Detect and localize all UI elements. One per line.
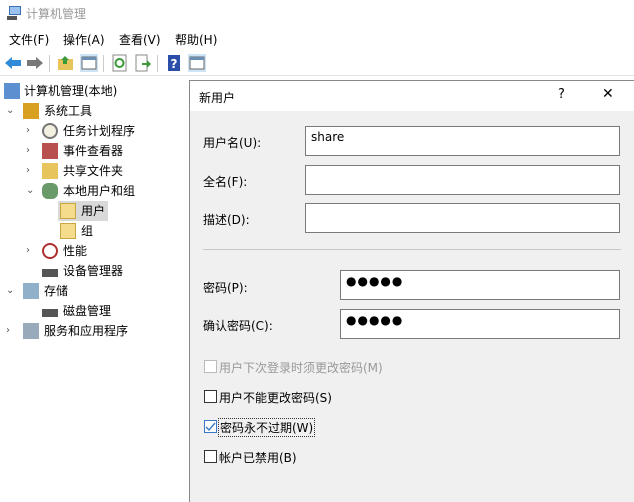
chevron-right-icon[interactable]: › xyxy=(26,241,30,261)
separator xyxy=(203,249,621,250)
dialog-title-bar: 新用户 ? ✕ xyxy=(190,81,634,111)
must-change-password-checkbox[interactable] xyxy=(204,360,217,373)
username-input[interactable]: share xyxy=(305,126,620,156)
event-viewer-icon xyxy=(42,143,58,159)
computer-management-icon xyxy=(7,6,21,20)
help-icon[interactable]: ? xyxy=(165,54,183,72)
computer-icon xyxy=(4,83,20,99)
chevron-down-icon[interactable]: ⌄ xyxy=(6,281,14,301)
chevron-right-icon[interactable]: › xyxy=(26,141,30,161)
window-title: 计算机管理 xyxy=(26,7,87,21)
fullname-label: 全名(F): xyxy=(203,175,248,189)
disk-icon xyxy=(42,309,58,317)
account-disabled-checkbox[interactable] xyxy=(204,450,217,463)
description-label: 描述(D): xyxy=(203,213,250,227)
cannot-change-password-label: 用户不能更改密码(S) xyxy=(219,391,332,405)
chevron-right-icon[interactable]: › xyxy=(6,321,10,341)
confirm-password-label: 确认密码(C): xyxy=(203,319,273,333)
folder-icon xyxy=(60,223,76,239)
tree-item-event-viewer[interactable]: › 事件查看器 xyxy=(26,141,123,161)
description-input[interactable] xyxy=(305,203,620,233)
chevron-down-icon[interactable]: ⌄ xyxy=(26,181,34,201)
up-folder-icon[interactable] xyxy=(57,54,75,72)
show-hide-action-pane-icon[interactable] xyxy=(188,54,206,72)
clock-icon xyxy=(42,123,58,139)
device-manager-icon xyxy=(42,269,58,277)
export-list-icon[interactable] xyxy=(134,54,152,72)
chevron-right-icon[interactable]: › xyxy=(26,121,30,141)
back-icon[interactable] xyxy=(4,54,22,72)
account-disabled-label: 帐户已禁用(B) xyxy=(219,451,297,465)
forward-icon[interactable] xyxy=(26,54,44,72)
tree-item-services-apps[interactable]: › 服务和应用程序 xyxy=(6,321,128,341)
checkmark-icon xyxy=(205,422,216,432)
password-label: 密码(P): xyxy=(203,281,248,295)
new-user-dialog: 新用户 ? ✕ 用户名(U): share 全名(F): 描述(D): 密码(P… xyxy=(189,80,634,502)
title-bar: 计算机管理 xyxy=(0,0,634,26)
password-never-expires-label: 密码永不过期(W) xyxy=(218,418,316,437)
cannot-change-password-checkbox[interactable] xyxy=(204,390,217,403)
tree-item-performance[interactable]: › 性能 xyxy=(26,241,87,261)
tree-item-computer-management[interactable]: 计算机管理(本地) xyxy=(4,81,117,101)
close-button[interactable]: ✕ xyxy=(602,86,614,102)
tree-item-system-tools[interactable]: ⌄ 系统工具 xyxy=(6,101,92,121)
menu-help[interactable]: 帮助(H) xyxy=(175,31,217,48)
show-hide-tree-icon[interactable] xyxy=(80,54,98,72)
shared-folder-icon xyxy=(42,163,58,179)
toolbar-separator xyxy=(103,55,104,72)
password-never-expires-checkbox[interactable] xyxy=(204,420,217,433)
username-label: 用户名(U): xyxy=(203,136,262,150)
menu-action[interactable]: 操作(A) xyxy=(63,31,105,48)
tree-item-shared-folders[interactable]: › 共享文件夹 xyxy=(26,161,123,181)
refresh-icon[interactable] xyxy=(111,54,129,72)
confirm-password-input[interactable]: ●●●●● xyxy=(340,309,620,339)
tree-item-disk-management[interactable]: 磁盘管理 xyxy=(26,301,111,321)
tree-item-task-scheduler[interactable]: › 任务计划程序 xyxy=(26,121,135,141)
tree-item-storage[interactable]: ⌄ 存储 xyxy=(6,281,68,301)
chevron-right-icon[interactable]: › xyxy=(26,161,30,181)
fullname-input[interactable] xyxy=(305,165,620,195)
folder-icon xyxy=(60,203,76,219)
menu-bar: 文件(F) 操作(A) 查看(V) 帮助(H) xyxy=(0,28,634,48)
menu-view[interactable]: 查看(V) xyxy=(119,31,161,48)
chevron-down-icon[interactable]: ⌄ xyxy=(6,101,14,121)
svg-text:?: ? xyxy=(171,57,178,71)
tree-item-groups[interactable]: 组 xyxy=(58,221,93,241)
toolbar-separator xyxy=(157,55,158,72)
password-input[interactable]: ●●●●● xyxy=(340,270,620,300)
menu-file[interactable]: 文件(F) xyxy=(9,31,49,48)
dialog-title: 新用户 xyxy=(199,91,236,105)
toolbar-separator xyxy=(49,55,50,72)
tree-item-device-manager[interactable]: 设备管理器 xyxy=(26,261,123,281)
tools-icon xyxy=(23,103,39,119)
services-icon xyxy=(23,323,39,339)
tree-item-local-users-groups[interactable]: ⌄ 本地用户和组 xyxy=(26,181,135,201)
storage-icon xyxy=(23,283,39,299)
help-button[interactable]: ? xyxy=(558,87,565,102)
performance-icon xyxy=(42,243,58,259)
users-icon xyxy=(42,183,58,199)
must-change-password-label: 用户下次登录时须更改密码(M) xyxy=(219,361,383,375)
console-tree: 计算机管理(本地) ⌄ 系统工具 › 任务计划程序 › 事件查看器 › 共享文件… xyxy=(0,80,189,502)
toolbar: ? xyxy=(0,51,634,76)
tree-item-users[interactable]: 用户 xyxy=(58,201,108,221)
